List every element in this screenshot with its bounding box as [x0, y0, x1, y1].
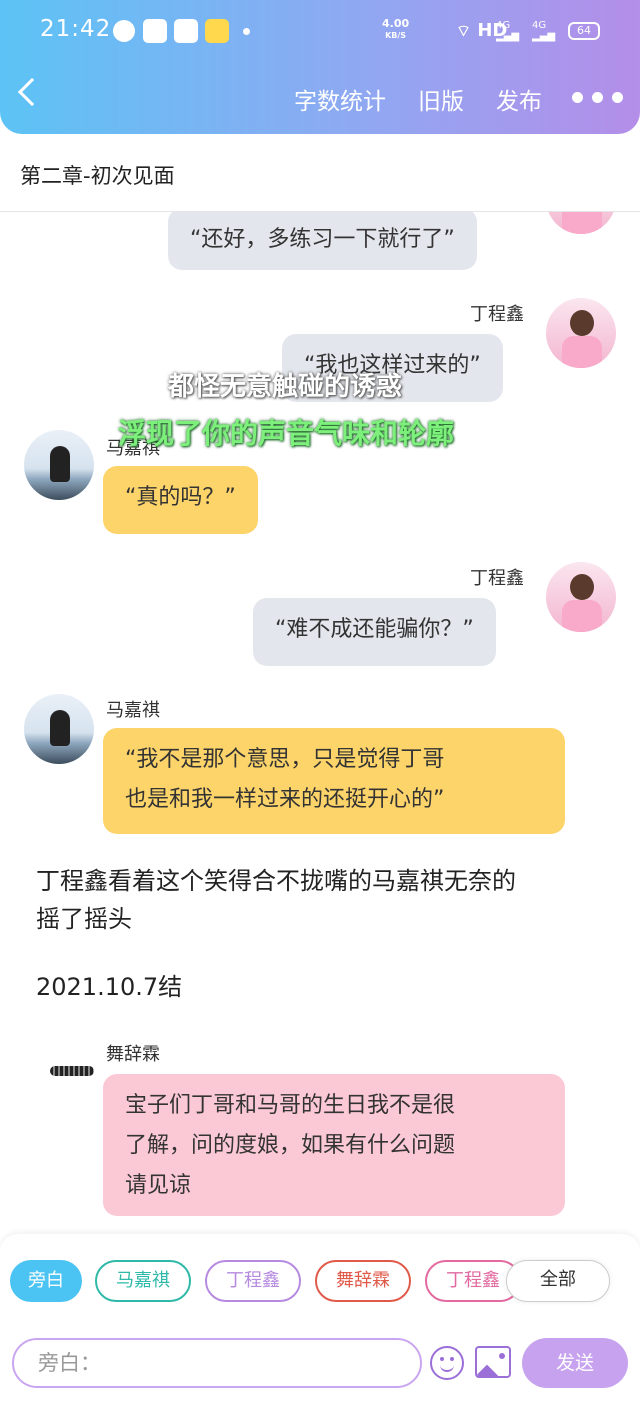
speaker-name: 舞辞霖	[106, 1044, 160, 1065]
avatar	[546, 212, 616, 234]
status-time: 21:42	[40, 16, 112, 42]
speaker-name: 丁程鑫	[470, 568, 524, 589]
send-button[interactable]: 发送	[522, 1338, 628, 1388]
app-header: 21:42 4.00 KB/S ⌔ HD 4G ▂▄▆ 4G ▂▄▆ 64 字数统计 …	[0, 0, 640, 134]
lyric-overlay: 浮现了你的声音气味和轮廓	[118, 417, 455, 450]
role-chips: 旁白 马嘉祺 丁程鑫 舞辞霖 丁程鑫 全部	[10, 1260, 630, 1304]
avatar	[50, 1066, 94, 1076]
avatar	[24, 694, 94, 764]
network-speed: 4.00 KB/S	[382, 17, 410, 40]
message-bubble[interactable]: “真的吗？”	[103, 466, 258, 534]
message-line: 了解，问的度娘，如果有什么问题	[125, 1133, 456, 1158]
composer-panel: 旁白 马嘉祺 丁程鑫 舞辞霖 丁程鑫 全部 发送	[0, 1234, 640, 1422]
lyric-overlay: 都怪无意触碰的诱惑	[168, 372, 403, 402]
video-app-icon	[174, 19, 198, 43]
narration-line: 丁程鑫看着这个笑得合不拢嘴的马嘉祺无奈的	[36, 867, 516, 895]
narration-text[interactable]: 2021.10.7结	[36, 968, 616, 1006]
message-bubble[interactable]: “我不是那个意思，只是觉得丁哥 也是和我一样过来的还挺开心的”	[103, 728, 565, 834]
message-line: 也是和我一样过来的还挺开心的”	[125, 787, 445, 812]
app-notification-icon	[113, 20, 135, 42]
app-notification-icon	[143, 19, 167, 43]
avatar	[546, 562, 616, 632]
message-input[interactable]	[14, 1340, 420, 1386]
chip-narration[interactable]: 旁白	[10, 1260, 82, 1302]
speaker-name: 丁程鑫	[470, 304, 524, 325]
chip-ma-jiaqi[interactable]: 马嘉祺	[95, 1260, 191, 1302]
avatar	[546, 298, 616, 368]
message-input-wrap	[12, 1338, 422, 1388]
more-notifications-dot	[243, 28, 250, 35]
emoji-icon[interactable]	[430, 1346, 464, 1380]
more-icon[interactable]	[572, 88, 632, 107]
message-bubble[interactable]: 宝子们丁哥和马哥的生日我不是很 了解，问的度娘，如果有什么问题 请见谅	[103, 1074, 565, 1216]
status-bar: 21:42 4.00 KB/S ⌔ HD 4G ▂▄▆ 4G ▂▄▆ 64	[0, 0, 640, 62]
chapter-bar: 第二章-初次见面	[0, 134, 640, 212]
chip-wu-cilin[interactable]: 舞辞霖	[315, 1260, 411, 1302]
chapter-title[interactable]: 第二章-初次见面	[20, 160, 175, 190]
publish-button[interactable]: 发布	[496, 82, 542, 116]
signal-icon: 4G ▂▄▆	[532, 20, 556, 42]
old-version-button[interactable]: 旧版	[418, 82, 464, 116]
message-line: 宝子们丁哥和马哥的生日我不是很	[125, 1093, 456, 1118]
narration-text[interactable]: 丁程鑫看着这个笑得合不拢嘴的马嘉祺无奈的 摇了摇头	[36, 862, 616, 938]
signal-icon: 4G ▂▄▆	[496, 20, 520, 42]
chat-app-icon	[205, 19, 229, 43]
message-bubble[interactable]: “还好，多练习一下就行了”	[168, 212, 477, 270]
message-line: “我不是那个意思，只是觉得丁哥	[125, 747, 445, 772]
back-icon[interactable]	[17, 77, 47, 107]
chat-content[interactable]: “还好，多练习一下就行了” 丁程鑫 “我也这样过来的” 马嘉祺 “真的吗？” 都…	[0, 212, 640, 1234]
battery-icon: 64	[568, 22, 600, 40]
avatar	[24, 430, 94, 500]
word-count-button[interactable]: 字数统计	[294, 82, 386, 116]
chip-all[interactable]: 全部	[506, 1260, 610, 1302]
narration-line: 摇了摇头	[36, 905, 132, 933]
message-bubble[interactable]: “难不成还能骗你？”	[253, 598, 496, 666]
image-icon[interactable]	[475, 1346, 511, 1378]
chip-ding-chengxin[interactable]: 丁程鑫	[205, 1260, 301, 1302]
speaker-name: 马嘉祺	[106, 700, 160, 721]
message-line: 请见谅	[125, 1173, 192, 1198]
